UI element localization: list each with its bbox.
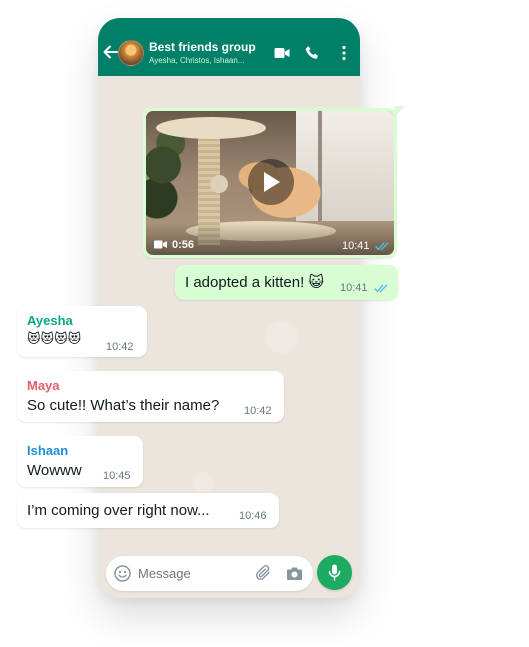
video-thumbnail[interactable]: 0:56 10:41	[146, 111, 394, 255]
message-text: Wowww	[27, 462, 82, 479]
video-message-bubble[interactable]: 0:56 10:41	[143, 108, 397, 258]
message-text: So cute!! What’s their name?	[27, 397, 220, 414]
video-call-icon[interactable]	[274, 47, 290, 59]
voice-call-icon[interactable]	[305, 45, 320, 60]
more-options-icon[interactable]	[342, 45, 346, 61]
outgoing-message-bubble[interactable]: I adopted a kitten! 😺 10:41	[175, 265, 398, 300]
play-button[interactable]	[248, 159, 294, 205]
video-camera-icon	[154, 240, 167, 249]
incoming-message-bubble[interactable]: I’m coming over right now... 10:46	[17, 493, 279, 528]
mic-icon	[328, 564, 341, 581]
attach-icon[interactable]	[256, 565, 272, 582]
message-time: 10:46	[239, 510, 267, 522]
group-avatar[interactable]	[118, 40, 144, 66]
message-time: 10:45	[103, 470, 131, 482]
group-title[interactable]: Best friends group	[149, 40, 256, 54]
message-input[interactable]	[138, 566, 248, 581]
read-ticks-icon	[374, 284, 388, 293]
incoming-message-bubble[interactable]: Ayesha 😻😻😻😻 10:42	[17, 306, 147, 357]
message-time: 10:42	[106, 341, 134, 353]
message-text: I adopted a kitten! 😺	[185, 274, 325, 291]
message-time: 10:41	[340, 282, 368, 294]
emoji-icon[interactable]	[114, 565, 131, 582]
message-text: 😻😻😻😻	[27, 331, 82, 346]
video-duration: 0:56	[172, 239, 195, 251]
chat-header: Best friends group Ayesha, Christos, Ish…	[98, 18, 360, 76]
group-members-subtitle[interactable]: Ayesha, Christos, Ishaan...	[149, 56, 244, 65]
incoming-message-bubble[interactable]: Maya So cute!! What’s their name? 10:42	[17, 371, 284, 422]
message-text: I’m coming over right now...	[27, 502, 210, 519]
incoming-message-bubble[interactable]: Ishaan Wowww 10:45	[17, 436, 143, 487]
play-icon	[264, 172, 280, 192]
message-time: 10:41	[342, 240, 370, 252]
back-arrow-icon[interactable]	[102, 45, 118, 59]
sender-name[interactable]: Maya	[27, 378, 60, 393]
sender-name[interactable]: Ayesha	[27, 313, 73, 328]
read-ticks-icon	[375, 242, 389, 251]
mic-button[interactable]	[317, 555, 352, 590]
sender-name[interactable]: Ishaan	[27, 443, 68, 458]
message-composer[interactable]	[106, 556, 313, 591]
message-time: 10:42	[244, 405, 272, 417]
camera-icon[interactable]	[286, 566, 303, 581]
